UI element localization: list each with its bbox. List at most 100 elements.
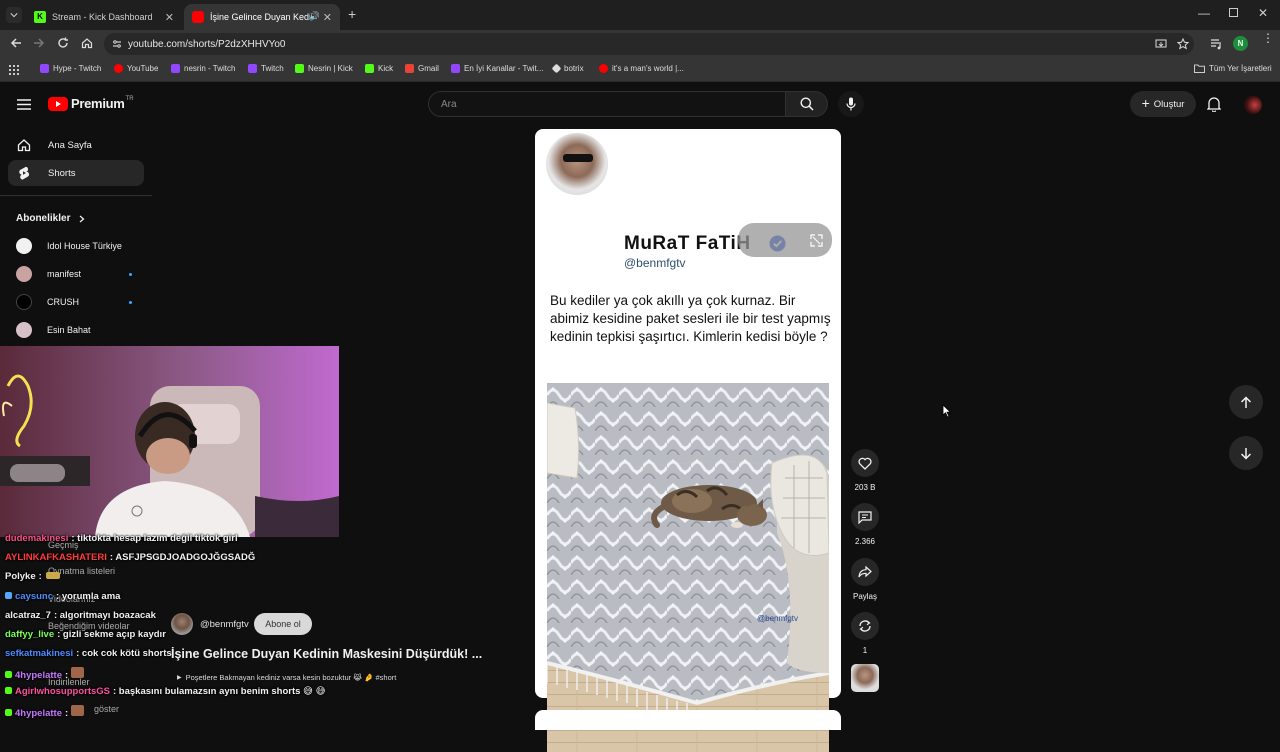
channel-avatar bbox=[16, 322, 32, 338]
bookmark-nesrin-twitch[interactable]: nesrin - Twitch bbox=[171, 64, 235, 73]
tab-label: İşine Gelince Duyan Kedinin bbox=[210, 12, 310, 22]
emote-icon bbox=[71, 667, 85, 678]
video-watermark: @benmfgtv bbox=[757, 614, 798, 623]
sidebar-item-shorts[interactable]: Shorts bbox=[8, 160, 144, 186]
short-channel-avatar[interactable] bbox=[171, 613, 193, 635]
bookmark-twitch[interactable]: Twitch bbox=[248, 64, 284, 73]
home-button[interactable] bbox=[81, 37, 93, 49]
chat-text: : bbox=[65, 708, 69, 719]
subscription-item[interactable]: Idol House Türkiye bbox=[16, 238, 122, 254]
video-frame[interactable]: @benmfgtv bbox=[547, 383, 829, 752]
bookmark-hype-twitch[interactable]: Hype - Twitch bbox=[40, 64, 101, 73]
media-controls-icon[interactable] bbox=[1210, 38, 1223, 50]
close-icon[interactable]: ✕ bbox=[165, 11, 174, 24]
remix-button[interactable] bbox=[851, 612, 879, 640]
chat-username: daffyy_live bbox=[5, 629, 55, 640]
search-button[interactable] bbox=[786, 91, 828, 117]
address-bar[interactable]: youtube.com/shorts/P2dzXHHVYo0 bbox=[104, 33, 1194, 55]
chevron-down-icon bbox=[10, 13, 18, 18]
maximize-button[interactable] bbox=[1229, 8, 1238, 17]
back-button[interactable] bbox=[10, 37, 22, 49]
bookmark-botrix[interactable]: botrix bbox=[551, 63, 584, 74]
next-short-button[interactable] bbox=[1229, 436, 1263, 470]
pause-button[interactable] bbox=[556, 233, 568, 247]
create-button[interactable]: + Oluştur bbox=[1130, 91, 1196, 117]
volume-button[interactable] bbox=[590, 233, 604, 247]
reload-button[interactable] bbox=[57, 37, 69, 49]
site-info-icon[interactable] bbox=[112, 39, 122, 49]
share-action[interactable]: Paylaş bbox=[849, 558, 881, 601]
sidebar-show-more[interactable]: göster bbox=[94, 704, 119, 714]
logo-country: TR bbox=[125, 95, 134, 102]
botrix-icon bbox=[551, 63, 562, 74]
all-bookmarks[interactable]: Tüm Yer İşaretleri bbox=[1194, 64, 1272, 73]
fullscreen-button[interactable] bbox=[810, 234, 823, 247]
twitch-icon bbox=[40, 64, 49, 73]
apps-grid-icon[interactable] bbox=[9, 65, 19, 75]
badge-icon bbox=[5, 671, 12, 678]
subscription-item[interactable]: CRUSH bbox=[16, 294, 79, 310]
chat-message: alcatraz_7: algoritmayı boazacak bbox=[5, 610, 156, 621]
account-avatar[interactable] bbox=[1244, 96, 1262, 114]
bookmark-nesrin-kick[interactable]: Nesrin | Kick bbox=[295, 64, 353, 73]
chat-text: : başkasını bulamazsın aynı benim shorts… bbox=[113, 686, 326, 697]
remix-action[interactable]: 1 bbox=[849, 612, 881, 655]
chat-username: 4hypelatte bbox=[15, 670, 62, 681]
star-icon[interactable] bbox=[1177, 38, 1189, 50]
cursor-icon bbox=[942, 404, 952, 418]
search-input[interactable]: Ara bbox=[428, 91, 786, 117]
notifications-button[interactable] bbox=[1207, 96, 1221, 112]
youtube-logo[interactable]: Premium TR bbox=[48, 96, 134, 111]
sidebar-item-home[interactable]: Ana Sayfa bbox=[8, 132, 144, 158]
share-button[interactable] bbox=[851, 558, 879, 586]
bookmark-kick[interactable]: Kick bbox=[365, 64, 393, 73]
bookmark-youtube[interactable]: YouTube bbox=[114, 64, 158, 73]
browser-menu-button[interactable]: ⋮ bbox=[1262, 32, 1274, 44]
forward-button[interactable] bbox=[33, 37, 45, 49]
speaker-icon[interactable]: 🔊 bbox=[309, 11, 320, 22]
tab-kick-dashboard[interactable]: K Stream - Kick Dashboard ✕ bbox=[26, 4, 182, 30]
subscriptions-heading[interactable]: Abonelikler bbox=[16, 213, 85, 224]
bookmark-label: En İyi Kanallar - Twit... bbox=[464, 64, 544, 73]
badge-icon bbox=[5, 687, 12, 694]
expand-icon bbox=[810, 234, 823, 247]
bookmark-gmail[interactable]: Gmail bbox=[405, 64, 439, 73]
tab-search-button[interactable] bbox=[6, 7, 22, 23]
chat-message: AYLINKAFKASHATERI: ASFJPSGDJOADGOJĞGSADĞ bbox=[5, 552, 255, 563]
bookmarks-bar: Hype - Twitch YouTube nesrin - Twitch Tw… bbox=[0, 58, 1280, 82]
subscribe-button[interactable]: Abone ol bbox=[254, 613, 312, 635]
voice-search-button[interactable] bbox=[838, 91, 864, 117]
short-title[interactable]: İşine Gelince Duyan Kedinin Maskesini Dü… bbox=[171, 647, 482, 661]
shorts-icon bbox=[19, 166, 30, 180]
subscription-label: manifest bbox=[47, 269, 82, 279]
bookmark-mans-world[interactable]: it's a man's world |... bbox=[599, 64, 684, 73]
comment-count: 2.366 bbox=[854, 537, 876, 546]
comments-button[interactable] bbox=[851, 503, 879, 531]
menu-icon[interactable] bbox=[17, 99, 31, 110]
subscription-item[interactable]: manifest bbox=[16, 266, 81, 282]
chat-username: AgirlwhosupportsGS bbox=[15, 686, 110, 697]
arrow-up-icon bbox=[1240, 395, 1252, 408]
sound-thumbnail[interactable] bbox=[851, 664, 879, 692]
minimize-button[interactable]: — bbox=[1198, 6, 1210, 20]
like-button[interactable] bbox=[851, 449, 879, 477]
chat-message: AgirlwhosupportsGS: başkasını bulamazsın… bbox=[5, 686, 326, 697]
search-icon bbox=[800, 97, 814, 111]
close-icon[interactable]: ✕ bbox=[323, 11, 332, 24]
next-short-preview[interactable] bbox=[535, 710, 841, 730]
like-action[interactable]: 203 B bbox=[849, 449, 881, 492]
short-description[interactable]: ▶ Poşetlere Bakmayan kediniz varsa kesin… bbox=[177, 673, 396, 682]
bookmark-en-iyi-kanallar[interactable]: En İyi Kanallar - Twit... bbox=[451, 64, 543, 73]
play-small-icon: ▶ bbox=[177, 675, 182, 681]
profile-avatar[interactable]: N bbox=[1233, 36, 1248, 51]
short-channel-name[interactable]: @benmfgtv bbox=[200, 619, 249, 630]
subscription-item[interactable]: Esin Bahat bbox=[16, 322, 91, 338]
new-tab-button[interactable]: + bbox=[348, 6, 356, 22]
close-window-button[interactable]: ✕ bbox=[1258, 6, 1268, 20]
chat-text: : ASFJPSGDJOADGOJĞGSADĞ bbox=[109, 552, 256, 563]
comments-action[interactable]: 2.366 bbox=[849, 503, 881, 546]
install-app-icon[interactable] bbox=[1155, 38, 1167, 50]
tab-youtube-short[interactable]: İşine Gelince Duyan Kedinin 🔊 ✕ bbox=[184, 4, 340, 30]
previous-short-button[interactable] bbox=[1229, 385, 1263, 419]
chat-username: AYLINKAFKASHATERI bbox=[5, 552, 107, 563]
